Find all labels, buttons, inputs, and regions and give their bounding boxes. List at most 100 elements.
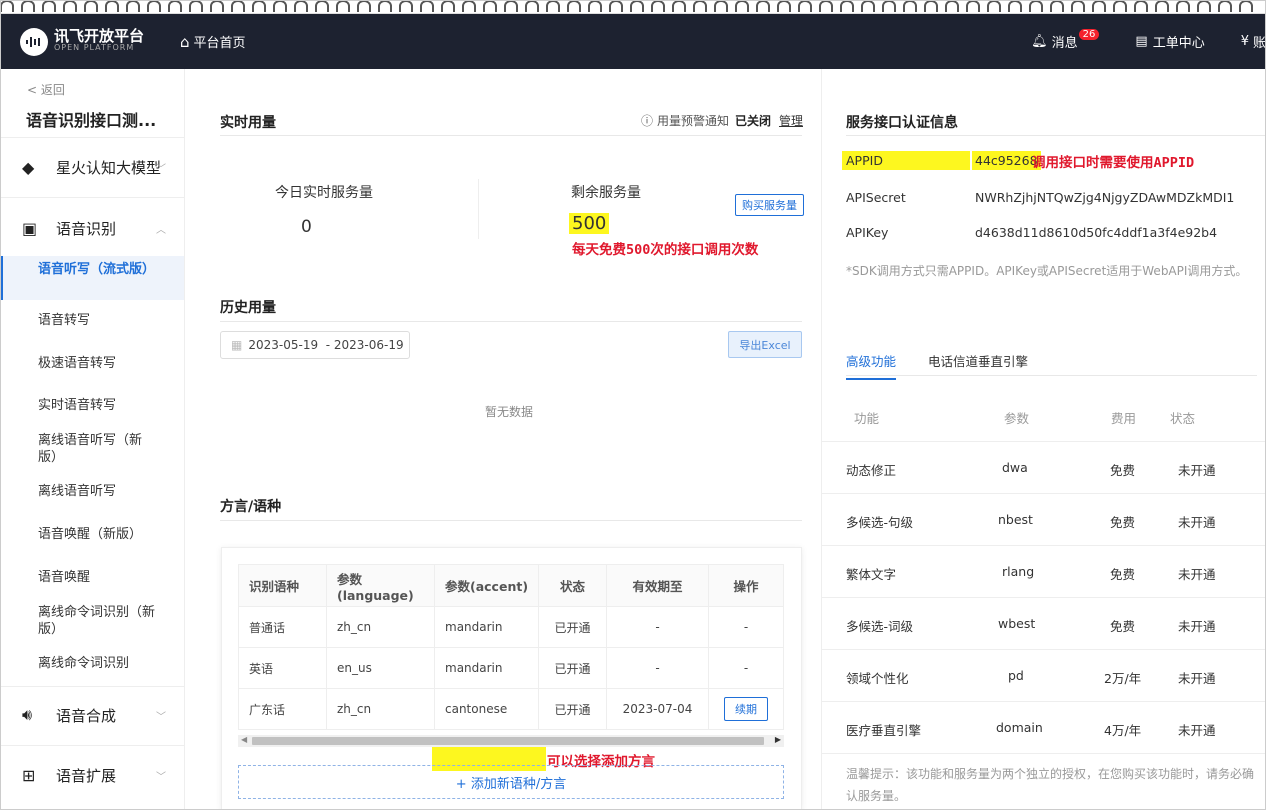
sidebar-item-offline-command[interactable]: 离线命令词识别 (38, 655, 158, 672)
divider (220, 135, 802, 136)
table-cell: 英语 (238, 647, 327, 689)
column-header: 功能 (854, 411, 880, 426)
sidebar-group-ext[interactable]: ⊞ 语音扩展 ﹀ (0, 747, 184, 803)
feature-header-row: 功能 参数 费用 状态 (822, 390, 1266, 442)
feature-price: 免费 (1110, 515, 1136, 530)
sidebar-item-fast-transcribe[interactable]: 极速语音转写 (38, 355, 158, 372)
add-language-button[interactable]: + 添加新语种/方言 (238, 765, 784, 799)
apikey-label: APIKey (846, 225, 889, 240)
sidebar-item-wakeup-new[interactable]: 语音唤醒（新版） (38, 526, 158, 543)
apisecret-label: APISecret (846, 190, 906, 205)
alert-state: 已关闭 (734, 114, 771, 128)
home-icon: ⌂ (180, 32, 190, 51)
remaining-usage-value: 500 (569, 213, 610, 234)
logo-subtitle: OPEN PLATFORM (54, 42, 135, 52)
sidebar-group-tts[interactable]: 🔊︎ 语音合成 ﹀ (0, 687, 184, 743)
column-header: 识别语种 (238, 564, 327, 607)
dialect-title: 方言/语种 (220, 499, 282, 515)
appid-label: APPID (842, 151, 970, 170)
column-header: 费用 (1111, 411, 1137, 426)
messages-link[interactable]: 🔔︎ 消息 26 (1031, 29, 1100, 51)
main-content: 实时用量 ⓘ 用量预警通知 已关闭 管理 今日实时服务量 0 剩余服务量 购买服… (185, 69, 821, 810)
sdk-note: *SDK调用方式只需APPID。APIKey或APISecret适用于WebAP… (846, 264, 1248, 278)
group-label: 语音识别 (56, 219, 117, 238)
table-cell: 已开通 (538, 688, 607, 730)
top-navbar: 讯飞开放平台 OPEN PLATFORM ⌂ 平台首页 🔔︎ 消息 26 ▤ 工… (0, 14, 1266, 69)
table-cell: zh_cn (326, 606, 435, 648)
logo-title: 讯飞开放平台 (54, 26, 145, 45)
home-link[interactable]: ⌂ 平台首页 (180, 32, 246, 52)
tip-text: 温馨提示：该功能和服务量为两个独立的授权，在您购买该功能时，请务必确认服务量。 (846, 767, 1255, 803)
table-row: 普通话 zh_cn mandarin 已开通 - - (238, 606, 784, 648)
feature-name: 动态修正 (846, 463, 897, 478)
logo[interactable]: 讯飞开放平台 OPEN PLATFORM (20, 26, 180, 56)
feature-status: 未开通 (1178, 619, 1216, 634)
wallet-icon: ¥ (1240, 34, 1249, 49)
buy-service-button[interactable]: 购买服务量 (735, 194, 804, 216)
table-cell: - (708, 606, 784, 648)
feature-param: nbest (998, 512, 1033, 527)
apisecret-value[interactable]: NWRhZjhjNTQwZjg4NjgyZDAwMDZkMDI1 (975, 190, 1234, 205)
sidebar-item-iat-stream[interactable]: 语音听写（流式版） (38, 261, 158, 278)
table-cell: zh_cn (326, 688, 435, 730)
table-cell: - (708, 647, 784, 689)
feature-name: 医疗垂直引擎 (846, 723, 922, 738)
scrollbar-thumb[interactable] (252, 737, 764, 745)
table-cell: 已开通 (538, 647, 607, 689)
table-cell: 普通话 (238, 606, 327, 648)
realtime-usage-title: 实时用量 (220, 115, 276, 131)
divider (220, 520, 802, 521)
tickets-link[interactable]: ▤ 工单中心 (1135, 32, 1204, 51)
feature-param: dwa (1002, 460, 1028, 475)
account-label: 账 (1252, 36, 1266, 51)
flame-icon: ◆ (22, 157, 35, 177)
feature-row: 领域个性化 pd 2万/年 未开通 (822, 650, 1266, 702)
horizontal-scrollbar[interactable]: ◀ ▶ (238, 735, 784, 747)
back-link[interactable]: < 返回 (27, 81, 65, 98)
appid-value[interactable]: 44c95268 (972, 151, 1041, 170)
chevron-down-icon: ﹀ (156, 163, 166, 175)
feature-status: 未开通 (1178, 463, 1216, 478)
sidebar-group-asr[interactable]: ▣ 语音识别 ︿ (0, 200, 184, 256)
history-usage-title: 历史用量 (220, 300, 276, 316)
sidebar-group-spark[interactable]: ◆ 星火认知大模型 ﹀ (0, 139, 184, 195)
table-cell: mandarin (434, 647, 539, 689)
table-cell: cantonese (434, 688, 539, 730)
apikey-value[interactable]: d4638d11d8610d50fc4ddf1a3f4e92b4 (975, 225, 1217, 240)
table-cell: - (606, 647, 709, 689)
scroll-right-icon[interactable]: ▶ (775, 735, 781, 744)
feature-price: 免费 (1110, 567, 1136, 582)
bell-icon: 🔔︎ (1031, 34, 1048, 49)
alert-manage-link[interactable]: 管理 (779, 112, 803, 129)
alert-icon: ⓘ (640, 114, 653, 128)
auth-info-panel: 服务接口认证信息 APPID 44c95268 调用接口时需要使用APPID A… (821, 69, 1266, 810)
account-link[interactable]: ¥ 账 (1241, 32, 1266, 51)
sidebar-item-wakeup[interactable]: 语音唤醒 (38, 569, 158, 586)
table-row: 英语 en_us mandarin 已开通 - - (238, 647, 784, 689)
dialect-table: 识别语种 参数(language) 参数(accent) 状态 有效期至 操作 … (238, 564, 784, 730)
renew-button[interactable]: 续期 (724, 697, 768, 721)
group-label: 语音扩展 (56, 766, 117, 785)
feature-price: 4万/年 (1104, 723, 1142, 738)
scroll-left-icon[interactable]: ◀ (241, 735, 247, 744)
home-label: 平台首页 (193, 36, 246, 51)
date-range-picker[interactable]: ▦ 2023-05-19 - 2023-06-19 (220, 331, 410, 359)
sidebar-item-offline-command-new[interactable]: 离线命令词识别（新版） (38, 604, 158, 638)
feature-name: 领域个性化 (846, 671, 909, 686)
export-excel-button[interactable]: 导出Excel (728, 331, 802, 358)
sidebar-item-offline-iat-new[interactable]: 离线语音听写（新版） (38, 432, 158, 466)
table-cell: 续期 (708, 688, 784, 730)
feature-param: pd (1008, 668, 1024, 683)
group-label: 语音合成 (56, 706, 117, 725)
feature-param: rlang (1002, 564, 1035, 579)
feature-price: 免费 (1110, 619, 1136, 634)
feature-status: 未开通 (1178, 671, 1216, 686)
feature-status: 未开通 (1178, 723, 1216, 738)
sidebar-item-offline-iat[interactable]: 离线语音听写 (38, 483, 158, 500)
logo-icon (20, 27, 48, 56)
sidebar-item-realtime-transcribe[interactable]: 实时语音转写 (38, 397, 158, 414)
column-header: 参数(accent) (434, 564, 539, 607)
column-header: 有效期至 (606, 564, 709, 607)
sidebar-item-transcribe[interactable]: 语音转写 (38, 312, 158, 329)
divider (220, 321, 802, 322)
